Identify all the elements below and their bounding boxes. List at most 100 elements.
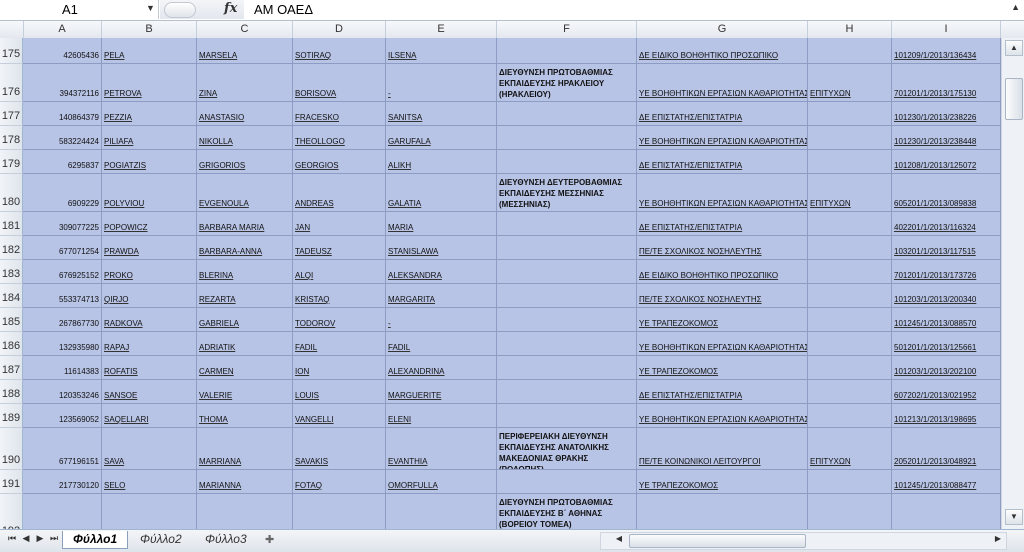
cell-g[interactable]: ΔΕ ΕΠΙΣΤΑΤΗΣ/ΕΠΙΣΤΑΤΡΙΑ: [637, 150, 808, 173]
cell-e[interactable]: THEOFANO: [386, 494, 497, 529]
cell-i[interactable]: 101209/1/2013/136434: [892, 38, 1001, 63]
cell-i[interactable]: 101245/1/2013/088477: [892, 470, 1001, 493]
cell-d[interactable]: SAVAKIS: [293, 428, 386, 469]
scroll-down-icon[interactable]: ▼: [1005, 509, 1023, 525]
cell-b[interactable]: PETROVA: [102, 64, 197, 101]
row-header[interactable]: 175: [0, 38, 23, 64]
cell-a[interactable]: 553374713: [23, 284, 102, 307]
prev-sheet-icon[interactable]: ◀: [20, 533, 32, 544]
column-header-a[interactable]: A: [23, 21, 102, 38]
cell-d[interactable]: FADIL: [293, 332, 386, 355]
cell-h[interactable]: [808, 308, 892, 331]
cell-d[interactable]: FRACESKO: [293, 102, 386, 125]
cell-i[interactable]: 103201/1/2013/117515: [892, 236, 1001, 259]
cell-e[interactable]: ALEXANDRINA: [386, 356, 497, 379]
cell-h[interactable]: [808, 332, 892, 355]
cell-d[interactable]: GEORGIOS: [293, 150, 386, 173]
cell-e[interactable]: MARGUERITE: [386, 380, 497, 403]
sheet-tab-2[interactable]: Φύλλο2: [130, 531, 192, 548]
cell-e[interactable]: SANITSA: [386, 102, 497, 125]
cell-e[interactable]: MARGARITA: [386, 284, 497, 307]
cell-g[interactable]: ΥΕ ΒΟΗΘΗΤΙΚΩΝ ΕΡΓΑΣΙΩΝ ΚΑΘΑΡΙΟΤΗΤΑΣ: [637, 174, 808, 211]
formula-input[interactable]: ΑΜ ΟΑΕΔ: [254, 2, 313, 17]
cell-f[interactable]: [497, 126, 637, 149]
cell-i[interactable]: 101230/1/2013/238448: [892, 126, 1001, 149]
column-header-g[interactable]: G: [637, 21, 808, 38]
cell-b[interactable]: POPOWICZ: [102, 212, 197, 235]
cell-i[interactable]: 101203/1/2013/200340: [892, 284, 1001, 307]
cell-a[interactable]: 217730120: [23, 470, 102, 493]
cell-g[interactable]: ΔΕ ΕΠΙΣΤΑΤΗΣ/ΕΠΙΣΤΑΤΡΙΑ: [637, 212, 808, 235]
cell-h[interactable]: [808, 236, 892, 259]
row-header[interactable]: 184: [0, 284, 23, 308]
cell-b[interactable]: SANSOE: [102, 380, 197, 403]
cell-e[interactable]: OMORFULLA: [386, 470, 497, 493]
cell-h[interactable]: [808, 150, 892, 173]
cell-g[interactable]: ΔΕ ΕΠΙΣΤΑΤΗΣ/ΕΠΙΣΤΑΤΡΙΑ: [637, 102, 808, 125]
cell-h[interactable]: ΕΠΙΤΥΧΩΝ: [808, 494, 892, 529]
cell-i[interactable]: 701201/1/2013/175130: [892, 64, 1001, 101]
sheet-tab-1[interactable]: Φύλλο1: [62, 531, 129, 549]
cell-d[interactable]: ALQI: [293, 260, 386, 283]
cell-f[interactable]: ΔΙΕΥΘΥΝΣΗ ΠΡΩΤΟΒΑΘΜΙΑΣ ΕΚΠΑΙΔΕΥΣΗΣ Β΄ ΑΘ…: [497, 494, 637, 529]
cell-a[interactable]: 132935980: [23, 332, 102, 355]
cell-g[interactable]: ΔΕ ΕΙΔΙΚΟ ΒΟΗΘΗΤΙΚΟ ΠΡΟΣΩΠΙΚΟ: [637, 38, 808, 63]
cell-c[interactable]: ANASTASIO: [197, 102, 293, 125]
cell-c[interactable]: CARMEN: [197, 356, 293, 379]
cell-d[interactable]: LOUIS: [293, 380, 386, 403]
scroll-left-icon[interactable]: ◀: [613, 534, 625, 547]
cell-f[interactable]: [497, 470, 637, 493]
cell-f[interactable]: ΠΕΡΙΦΕΡΕΙΑΚΗ ΔΙΕΥΘΥΝΣΗ ΕΚΠΑΙΔΕΥΣΗΣ ΑΝΑΤΟ…: [497, 428, 637, 469]
next-sheet-icon[interactable]: ▶: [34, 533, 46, 544]
cell-b[interactable]: ROFATIS: [102, 356, 197, 379]
row-header[interactable]: 176: [0, 64, 23, 102]
cell-a[interactable]: 677196151: [23, 428, 102, 469]
cell-h[interactable]: [808, 102, 892, 125]
last-sheet-icon[interactable]: ⏭: [48, 533, 60, 544]
cell-d[interactable]: ANDREAS: [293, 174, 386, 211]
cell-i[interactable]: 607202/1/2013/021952: [892, 380, 1001, 403]
cell-b[interactable]: PEZZIA: [102, 102, 197, 125]
cell-h[interactable]: [808, 284, 892, 307]
cell-a[interactable]: 676925152: [23, 260, 102, 283]
expand-formula-bar-icon[interactable]: ▲: [1011, 2, 1020, 12]
cell-a[interactable]: 677071254: [23, 236, 102, 259]
cell-d[interactable]: FOTAQ: [293, 470, 386, 493]
cell-i[interactable]: 402201/1/2013/116324: [892, 212, 1001, 235]
cell-g[interactable]: ΥΕ ΤΡΑΠΕΖΟΚΟΜΟΣ: [637, 308, 808, 331]
cell-h[interactable]: [808, 404, 892, 427]
row-header[interactable]: 181: [0, 212, 23, 236]
cell-e[interactable]: MARIA: [386, 212, 497, 235]
row-header[interactable]: 188: [0, 380, 23, 404]
cell-e[interactable]: ALEKSANDRA: [386, 260, 497, 283]
cell-f[interactable]: ΔΙΕΥΘΥΝΣΗ ΠΡΩΤΟΒΑΘΜΙΑΣ ΕΚΠΑΙΔΕΥΣΗΣ ΗΡΑΚΛ…: [497, 64, 637, 101]
cell-a[interactable]: 120353246: [23, 380, 102, 403]
cell-b[interactable]: QIRJO: [102, 284, 197, 307]
cell-h[interactable]: [808, 38, 892, 63]
cell-i[interactable]: 205201/1/2013/048921: [892, 428, 1001, 469]
cell-a[interactable]: 394372116: [23, 64, 102, 101]
cell-c[interactable]: MARRIANA: [197, 428, 293, 469]
cell-c[interactable]: BLERINA: [197, 260, 293, 283]
cell-c[interactable]: BARBARA-ANNA: [197, 236, 293, 259]
cell-a[interactable]: 123569052: [23, 404, 102, 427]
column-header-h[interactable]: H: [808, 21, 892, 38]
cell-h[interactable]: [808, 380, 892, 403]
cell-c[interactable]: GABRIELA: [197, 308, 293, 331]
cell-c[interactable]: VALERIE: [197, 380, 293, 403]
cell-d[interactable]: THEOLLOGO: [293, 126, 386, 149]
cell-a[interactable]: 6909229: [23, 174, 102, 211]
cell-f[interactable]: [497, 380, 637, 403]
insert-function-button[interactable]: fx: [224, 1, 237, 16]
cell-a[interactable]: 42605436: [23, 38, 102, 63]
cell-h[interactable]: [808, 470, 892, 493]
cell-i[interactable]: 701201/1/2013/173726: [892, 260, 1001, 283]
cell-e[interactable]: ELENI: [386, 404, 497, 427]
cell-i[interactable]: 605201/1/2013/089838: [892, 174, 1001, 211]
cell-i[interactable]: 101208/1/2013/125072: [892, 150, 1001, 173]
cell-d[interactable]: KRISTAQ: [293, 284, 386, 307]
horizontal-scrollbar[interactable]: ◀ ▶: [600, 532, 1007, 550]
cell-i[interactable]: 501201/1/2013/125661: [892, 332, 1001, 355]
cell-g[interactable]: ΠΕ/ΤΕ ΣΧΟΛΙΚΟΣ ΝΟΣΗΛΕΥΤΗΣ: [637, 236, 808, 259]
row-header[interactable]: 191: [0, 470, 23, 494]
